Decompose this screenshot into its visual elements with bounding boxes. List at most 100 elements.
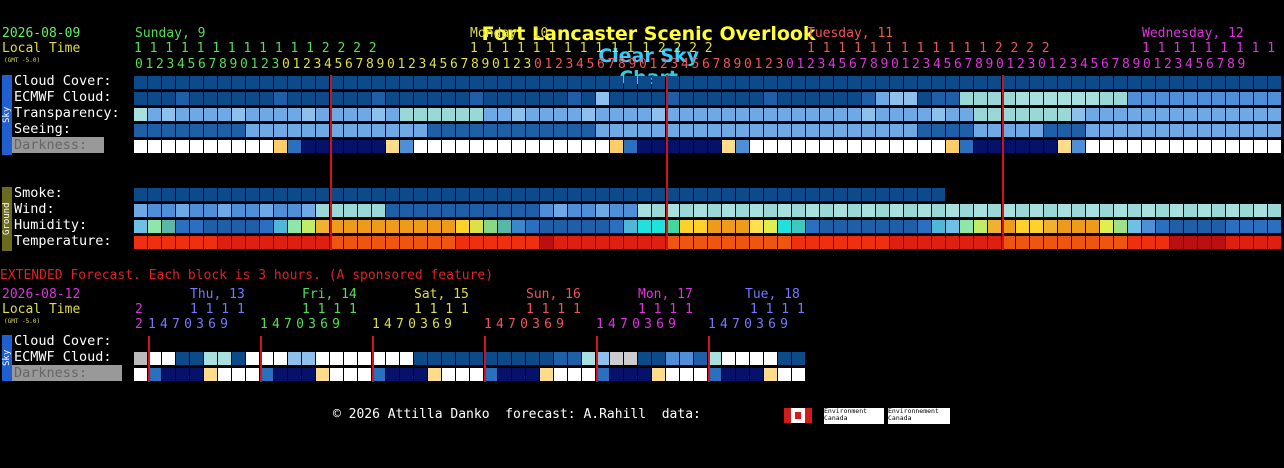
seeing-cell[interactable] [344, 124, 357, 137]
ext-darkness-cell[interactable] [414, 368, 427, 381]
smoke-cell[interactable] [358, 188, 371, 201]
smoke-cell[interactable] [862, 188, 875, 201]
wind-cell[interactable] [834, 204, 847, 217]
row-label-ecmwf-cloud[interactable]: ECMWF Cloud: [14, 89, 112, 105]
seeing-cell[interactable] [848, 124, 861, 137]
wind-cell[interactable] [1100, 204, 1113, 217]
seeing-cell[interactable] [274, 124, 287, 137]
smoke-cell[interactable] [778, 188, 791, 201]
wind-cell[interactable] [498, 204, 511, 217]
ext-ecmwf-cloud-cell[interactable] [330, 352, 343, 365]
ext-darkness-cell[interactable] [218, 368, 231, 381]
ecmwf-cloud-cell[interactable] [862, 92, 875, 105]
ecmwf-cloud-cell[interactable] [232, 92, 245, 105]
seeing-cell[interactable] [806, 124, 819, 137]
temperature-cell[interactable] [904, 236, 917, 249]
wind-cell[interactable] [176, 204, 189, 217]
ext-darkness-cell[interactable] [638, 368, 651, 381]
darkness-cell[interactable] [260, 140, 273, 153]
darkness-cell[interactable] [1254, 140, 1267, 153]
ext-ecmwf-cloud-cell[interactable] [722, 352, 735, 365]
transparency-cell[interactable] [274, 108, 287, 121]
seeing-cell[interactable] [512, 124, 525, 137]
row-label-darkness[interactable]: Darkness: [12, 137, 104, 153]
darkness-cell[interactable] [736, 140, 749, 153]
humidity-cell[interactable] [358, 220, 371, 233]
transparency-cell[interactable] [582, 108, 595, 121]
ext-ecmwf-cloud-cell[interactable] [736, 352, 749, 365]
transparency-cell[interactable] [554, 108, 567, 121]
temperature-cell[interactable] [946, 236, 959, 249]
darkness-cell[interactable] [848, 140, 861, 153]
transparency-cell[interactable] [442, 108, 455, 121]
cloud-cover-cell[interactable] [918, 76, 931, 89]
ext-ecmwf-cloud-cell[interactable] [246, 352, 259, 365]
transparency-cell[interactable] [722, 108, 735, 121]
darkness-cell[interactable] [148, 140, 161, 153]
cloud-cover-cell[interactable] [848, 76, 861, 89]
ecmwf-cloud-cell[interactable] [638, 92, 651, 105]
cloud-cover-cell[interactable] [1128, 76, 1141, 89]
wind-cell[interactable] [456, 204, 469, 217]
cloud-cover-cell[interactable] [274, 76, 287, 89]
seeing-cell[interactable] [526, 124, 539, 137]
row-label-wind[interactable]: Wind: [14, 201, 55, 217]
wind-cell[interactable] [512, 204, 525, 217]
darkness-cell[interactable] [358, 140, 371, 153]
smoke-cell[interactable] [638, 188, 651, 201]
wind-cell[interactable] [806, 204, 819, 217]
cloud-cover-cell[interactable] [1212, 76, 1225, 89]
ecmwf-cloud-cell[interactable] [1128, 92, 1141, 105]
ecmwf-cloud-cell[interactable] [526, 92, 539, 105]
ext-ecmwf-cloud-cell[interactable] [358, 352, 371, 365]
seeing-cell[interactable] [1156, 124, 1169, 137]
smoke-cell[interactable] [596, 188, 609, 201]
humidity-cell[interactable] [932, 220, 945, 233]
transparency-cell[interactable] [134, 108, 147, 121]
transparency-cell[interactable] [778, 108, 791, 121]
temperature-cell[interactable] [680, 236, 693, 249]
ext-darkness-cell[interactable] [792, 368, 805, 381]
smoke-cell[interactable] [932, 188, 945, 201]
humidity-cell[interactable] [1212, 220, 1225, 233]
cloud-cover-cell[interactable] [176, 76, 189, 89]
ecmwf-cloud-cell[interactable] [302, 92, 315, 105]
humidity-cell[interactable] [918, 220, 931, 233]
smoke-cell[interactable] [652, 188, 665, 201]
smoke-cell[interactable] [246, 188, 259, 201]
wind-cell[interactable] [386, 204, 399, 217]
seeing-cell[interactable] [750, 124, 763, 137]
cloud-cover-cell[interactable] [988, 76, 1001, 89]
seeing-cell[interactable] [680, 124, 693, 137]
ecmwf-cloud-cell[interactable] [1226, 92, 1239, 105]
ecmwf-cloud-cell[interactable] [974, 92, 987, 105]
seeing-cell[interactable] [1212, 124, 1225, 137]
transparency-cell[interactable] [1198, 108, 1211, 121]
cloud-cover-cell[interactable] [428, 76, 441, 89]
ext-darkness-cell[interactable] [750, 368, 763, 381]
ext-darkness-cell[interactable] [694, 368, 707, 381]
ext-ecmwf-cloud-cell[interactable] [540, 352, 553, 365]
ext-ecmwf-cloud-cell[interactable] [610, 352, 623, 365]
humidity-cell[interactable] [1268, 220, 1281, 233]
ecmwf-cloud-cell[interactable] [932, 92, 945, 105]
ecmwf-cloud-cell[interactable] [400, 92, 413, 105]
darkness-cell[interactable] [722, 140, 735, 153]
ext-ecmwf-cloud-cell[interactable] [288, 352, 301, 365]
temperature-cell[interactable] [274, 236, 287, 249]
wind-cell[interactable] [526, 204, 539, 217]
wind-cell[interactable] [792, 204, 805, 217]
wind-cell[interactable] [260, 204, 273, 217]
cloud-cover-cell[interactable] [652, 76, 665, 89]
seeing-cell[interactable] [1086, 124, 1099, 137]
humidity-cell[interactable] [232, 220, 245, 233]
temperature-cell[interactable] [428, 236, 441, 249]
darkness-cell[interactable] [582, 140, 595, 153]
darkness-cell[interactable] [778, 140, 791, 153]
ecmwf-cloud-cell[interactable] [190, 92, 203, 105]
cloud-cover-cell[interactable] [540, 76, 553, 89]
ecmwf-cloud-cell[interactable] [1156, 92, 1169, 105]
transparency-cell[interactable] [904, 108, 917, 121]
wind-cell[interactable] [1156, 204, 1169, 217]
temperature-cell[interactable] [288, 236, 301, 249]
